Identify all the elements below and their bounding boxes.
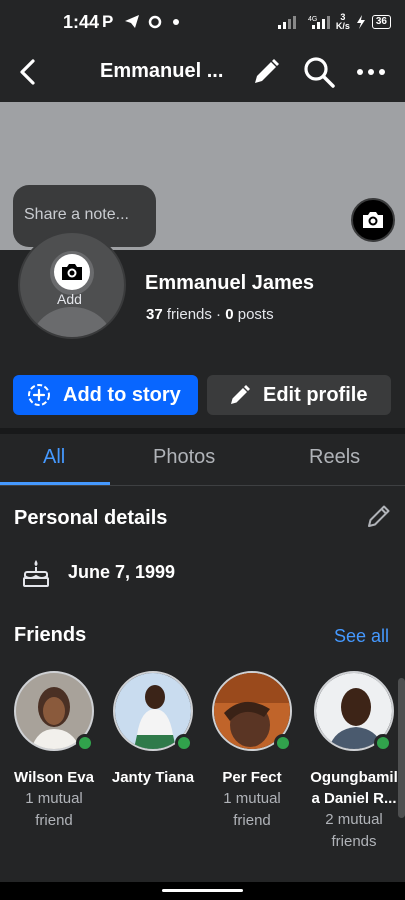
posts-count: 0 <box>225 306 234 323</box>
status-time: 1:44 <box>63 12 100 32</box>
personal-details-title: Personal details <box>14 507 168 529</box>
friend-name: Per Fect <box>222 769 282 786</box>
mutual-friends: 1 mutual friend <box>25 790 83 829</box>
horizontal-scrollbar[interactable] <box>398 678 405 818</box>
svg-text:4G: 4G <box>308 16 317 23</box>
profile-stats[interactable]: 37 friends · 0 posts <box>146 306 274 323</box>
profile-name: Emmanuel James <box>145 272 314 294</box>
top-nav: Emmanuel ... <box>0 44 405 102</box>
section-divider <box>0 428 405 434</box>
signal-icon <box>277 16 296 29</box>
pencil-icon[interactable] <box>250 56 282 88</box>
friend-name: Ogungbamil a Daniel R... <box>310 769 398 807</box>
search-icon[interactable] <box>302 55 336 89</box>
edit-details-pencil-icon[interactable] <box>366 503 392 529</box>
camera-icon <box>62 264 82 280</box>
tab-photos[interactable]: Photos <box>153 446 215 469</box>
charging-icon <box>356 15 365 29</box>
more-icon[interactable] <box>355 60 387 84</box>
tab-all[interactable]: All <box>43 446 65 469</box>
notification-p-icon: P <box>102 12 122 31</box>
online-indicator <box>76 734 94 752</box>
add-story-icon <box>28 384 50 406</box>
online-indicator <box>374 734 392 752</box>
friend-card[interactable]: Per Fect 1 mutual friend <box>209 671 295 832</box>
friend-card[interactable]: Ogungbamil a Daniel R... 2 mutual friend… <box>307 671 401 853</box>
notification-icons: P <box>102 12 121 32</box>
add-to-story-button[interactable]: Add to story <box>13 375 198 415</box>
friends-title: Friends <box>14 624 87 646</box>
camera-icon <box>363 212 383 228</box>
back-arrow-icon[interactable] <box>14 57 42 87</box>
tabs-divider <box>0 485 405 486</box>
posts-label: posts <box>233 306 274 323</box>
edit-profile-label: Edit profile <box>263 383 368 406</box>
avatar-camera-button[interactable] <box>54 254 90 290</box>
status-right: 4G 3 K/s 36 <box>276 13 391 31</box>
online-indicator <box>175 734 193 752</box>
friend-card[interactable]: Janty Tiana <box>110 671 196 788</box>
friends-label: friends · <box>162 306 226 323</box>
tab-reels[interactable]: Reels <box>309 446 360 469</box>
mutual-friends: 1 mutual friend <box>223 790 281 829</box>
mutual-friends: 2 mutual friends <box>325 811 383 850</box>
friend-name: Janty Tiana <box>111 769 195 786</box>
friend-name: Wilson Eva <box>14 769 94 786</box>
avatar-add-label: Add <box>57 291 82 307</box>
online-indicator <box>274 734 292 752</box>
home-gesture-handle[interactable] <box>162 889 243 892</box>
page-title: Emmanuel ... <box>100 60 224 82</box>
circle-status-icon <box>148 15 162 29</box>
cover-camera-button[interactable] <box>351 198 395 242</box>
edit-profile-button[interactable]: Edit profile <box>207 375 391 415</box>
status-bar: 1:44 P 4G 3 K/s 36 <box>0 0 405 44</box>
add-to-story-label: Add to story <box>63 383 181 406</box>
telegram-icon <box>125 15 139 28</box>
pencil-icon <box>231 385 250 404</box>
battery-level: 36 <box>371 15 391 29</box>
friends-count: 37 <box>146 306 163 323</box>
birthday-cake-icon <box>23 560 49 587</box>
network-speed: 3 K/s <box>335 12 350 31</box>
friend-card[interactable]: Wilson Eva 1 mutual friend <box>11 671 97 832</box>
dot-status-icon <box>173 19 179 25</box>
see-all-friends-link[interactable]: See all <box>334 626 389 647</box>
birthday-date: June 7, 1999 <box>68 562 176 582</box>
signal-2-icon: 4G <box>308 16 330 29</box>
